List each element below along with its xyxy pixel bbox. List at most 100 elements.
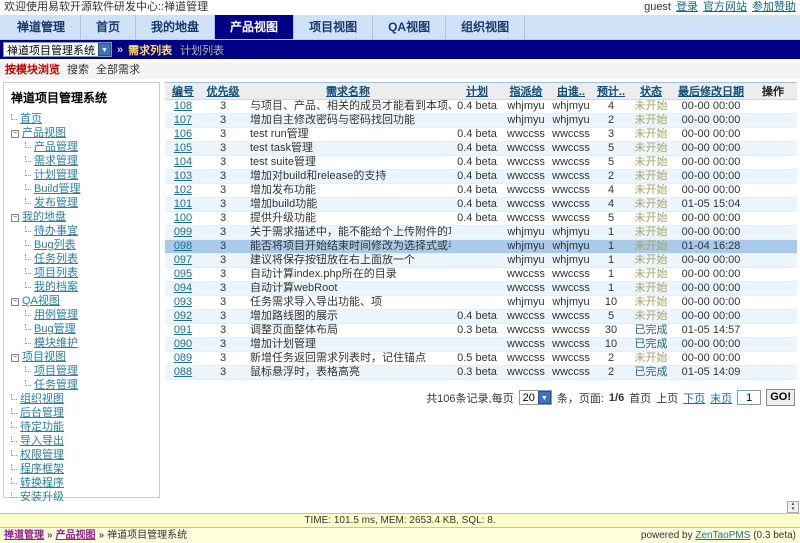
- sidebar-item[interactable]: Bug列表: [11, 238, 154, 252]
- main-nav-tab[interactable]: QA视图: [373, 15, 446, 39]
- story-id-link[interactable]: 097: [174, 254, 192, 266]
- sidebar-link[interactable]: 后台管理: [20, 407, 64, 419]
- collapse-icon[interactable]: −: [11, 298, 19, 306]
- sidebar-item[interactable]: 后台管理: [11, 406, 154, 420]
- column-sort-link[interactable]: 指派给: [510, 86, 543, 98]
- story-id-link[interactable]: 103: [174, 170, 192, 182]
- sidebar-item[interactable]: 产品管理: [11, 140, 154, 154]
- table-row[interactable]: 1063test run管理0.4 betawwccsswwccss3未开始00…: [165, 128, 797, 142]
- sidebar-item[interactable]: 任务管理: [11, 378, 154, 392]
- table-row[interactable]: 1083与项目、产品、相关的成员才能看到本项、产品、bug0.4 betawhj…: [165, 100, 797, 114]
- sidebar-item[interactable]: −QA视图: [11, 294, 154, 308]
- column-sort-link[interactable]: 预计..: [597, 86, 625, 98]
- go-button[interactable]: GO!: [766, 389, 795, 406]
- sidebar-item[interactable]: −产品视图: [11, 126, 154, 140]
- main-nav-tab[interactable]: 我的地盘: [136, 15, 215, 39]
- product-select[interactable]: 禅道项目管理系统 ▼: [3, 42, 112, 57]
- next-page-button[interactable]: 下页: [683, 390, 705, 406]
- sidebar-item[interactable]: 我的档案: [11, 280, 154, 294]
- column-sort-link[interactable]: 编号: [172, 86, 194, 98]
- sidebar-link[interactable]: 任务管理: [34, 379, 78, 391]
- sidebar-item[interactable]: 待定功能: [11, 420, 154, 434]
- sidebar-link[interactable]: 项目列表: [34, 267, 78, 279]
- sidebar-link[interactable]: 导入导出: [20, 435, 64, 447]
- sidebar-item[interactable]: 导入导出: [11, 434, 154, 448]
- sidebar-item[interactable]: −我的地盘: [11, 210, 154, 224]
- column-sort-link[interactable]: 需求名称: [326, 86, 370, 98]
- story-id-link[interactable]: 089: [174, 352, 192, 364]
- story-id-link[interactable]: 090: [174, 338, 192, 350]
- table-row[interactable]: 0883鼠标悬浮时，表格高亮0.3 betawwccsswwccss2已完成01…: [165, 366, 797, 380]
- table-row[interactable]: 0893新增任务返回需求列表时，记住锚点0.5 betawwccsswwccss…: [165, 352, 797, 366]
- column-sort-link[interactable]: 状态: [640, 86, 662, 98]
- main-nav-tab[interactable]: 首页: [81, 15, 136, 39]
- per-page-select[interactable]: 20▼: [519, 390, 552, 405]
- sidebar-item[interactable]: 首页: [11, 112, 154, 126]
- story-id-link[interactable]: 095: [174, 268, 192, 280]
- story-id-link[interactable]: 093: [174, 296, 192, 308]
- table-row[interactable]: 0943自动计算webRootwwccsswwccss1未开始00-00 00:…: [165, 282, 797, 296]
- sidebar-link[interactable]: 用例管理: [34, 309, 78, 321]
- story-id-link[interactable]: 106: [174, 128, 192, 140]
- sidebar-item[interactable]: 发布管理: [11, 196, 154, 210]
- sidebar-link[interactable]: 我的地盘: [22, 211, 66, 223]
- sidebar-item[interactable]: 项目列表: [11, 266, 154, 280]
- table-row[interactable]: 0953自动计算index.php所在的目录wwccsswwccss1未开始00…: [165, 268, 797, 282]
- sidebar-item[interactable]: 任务列表: [11, 252, 154, 266]
- feature-tab[interactable]: 全部需求: [96, 64, 140, 76]
- sidebar-link[interactable]: 需求管理: [34, 155, 78, 167]
- sidebar-link[interactable]: QA视图: [22, 295, 60, 307]
- table-row[interactable]: 1033增加对build和release的支持0.4 betawwccsswwc…: [165, 170, 797, 184]
- chevron-down-icon[interactable]: ▼: [538, 391, 551, 404]
- table-row[interactable]: 1073增加自主修改密码与密码找回功能whjmyuwhjmyu2未开始00-00…: [165, 114, 797, 128]
- scrollbar-spinner[interactable]: ▲▼: [787, 501, 799, 513]
- column-sort-link[interactable]: 计划: [466, 86, 488, 98]
- sidebar-link[interactable]: Bug管理: [34, 323, 76, 335]
- last-page-button[interactable]: 末页: [710, 390, 732, 406]
- sidebar-link[interactable]: 组织视图: [20, 393, 64, 405]
- column-sort-link[interactable]: 优先级: [207, 86, 240, 98]
- collapse-icon[interactable]: −: [11, 214, 19, 222]
- table-row[interactable]: 1043test suite管理0.4 betawwccsswwccss5未开始…: [165, 156, 797, 170]
- table-row[interactable]: 0923增加路线图的展示0.4 betawwccsswwccss5未开始00-0…: [165, 310, 797, 324]
- footer-crumb-link[interactable]: 产品视图: [56, 530, 96, 541]
- sidebar-item[interactable]: Bug管理: [11, 322, 154, 336]
- story-id-link[interactable]: 088: [174, 366, 192, 378]
- sidebar-link[interactable]: 程序框架: [20, 463, 64, 475]
- sidebar-item[interactable]: 用例管理: [11, 308, 154, 322]
- sidebar-link[interactable]: 计划管理: [34, 169, 78, 181]
- sidebar-item[interactable]: 模块维护: [11, 336, 154, 350]
- story-id-link[interactable]: 100: [174, 212, 192, 224]
- sidebar-link[interactable]: 任务列表: [34, 253, 78, 265]
- sidebar-link[interactable]: 我的档案: [34, 281, 78, 293]
- header-link[interactable]: 参加赞助: [752, 1, 796, 13]
- sidebar-link[interactable]: 产品管理: [34, 141, 78, 153]
- sidebar-link[interactable]: 转换程序: [20, 477, 64, 489]
- sidebar-link[interactable]: Bug列表: [34, 239, 76, 251]
- sidebar-link[interactable]: 项目视图: [22, 351, 66, 363]
- story-id-link[interactable]: 099: [174, 226, 192, 238]
- column-sort-link[interactable]: 由谁..: [557, 86, 585, 98]
- subnav-link[interactable]: 计划列表: [180, 45, 224, 57]
- story-id-link[interactable]: 108: [174, 100, 192, 112]
- sidebar-item[interactable]: 项目管理: [11, 364, 154, 378]
- main-nav-tab[interactable]: 项目视图: [294, 15, 373, 39]
- sidebar-item[interactable]: −项目视图: [11, 350, 154, 364]
- sidebar-link[interactable]: 项目管理: [34, 365, 78, 377]
- table-row[interactable]: 0973建议将保存按钮放在右上面放一个whjmyuwhjmyu1未开始00-00…: [165, 254, 797, 268]
- table-row[interactable]: 0933任务需求导入导出功能、项whjmyuwhjmyu10未开始00-00 0…: [165, 296, 797, 310]
- story-id-link[interactable]: 104: [174, 156, 192, 168]
- sidebar-link[interactable]: 发布管理: [34, 197, 78, 209]
- sidebar-item[interactable]: 转换程序: [11, 476, 154, 490]
- table-row[interactable]: 0903增加计划管理wwccsswwccss10已完成00-00 00:00: [165, 338, 797, 352]
- table-row[interactable]: 1053test task管理0.4 betawwccsswwccss5未开始0…: [165, 142, 797, 156]
- sidebar-link[interactable]: 首页: [20, 113, 42, 125]
- sidebar-link[interactable]: Build管理: [34, 183, 80, 195]
- chevron-down-icon[interactable]: ▼: [98, 43, 111, 56]
- sidebar-item[interactable]: 组织视图: [11, 392, 154, 406]
- story-id-link[interactable]: 105: [174, 142, 192, 154]
- sidebar-item[interactable]: 权限管理: [11, 448, 154, 462]
- main-nav-tab[interactable]: 禅道管理: [2, 15, 81, 39]
- story-id-link[interactable]: 102: [174, 184, 192, 196]
- sidebar-link[interactable]: 权限管理: [20, 449, 64, 461]
